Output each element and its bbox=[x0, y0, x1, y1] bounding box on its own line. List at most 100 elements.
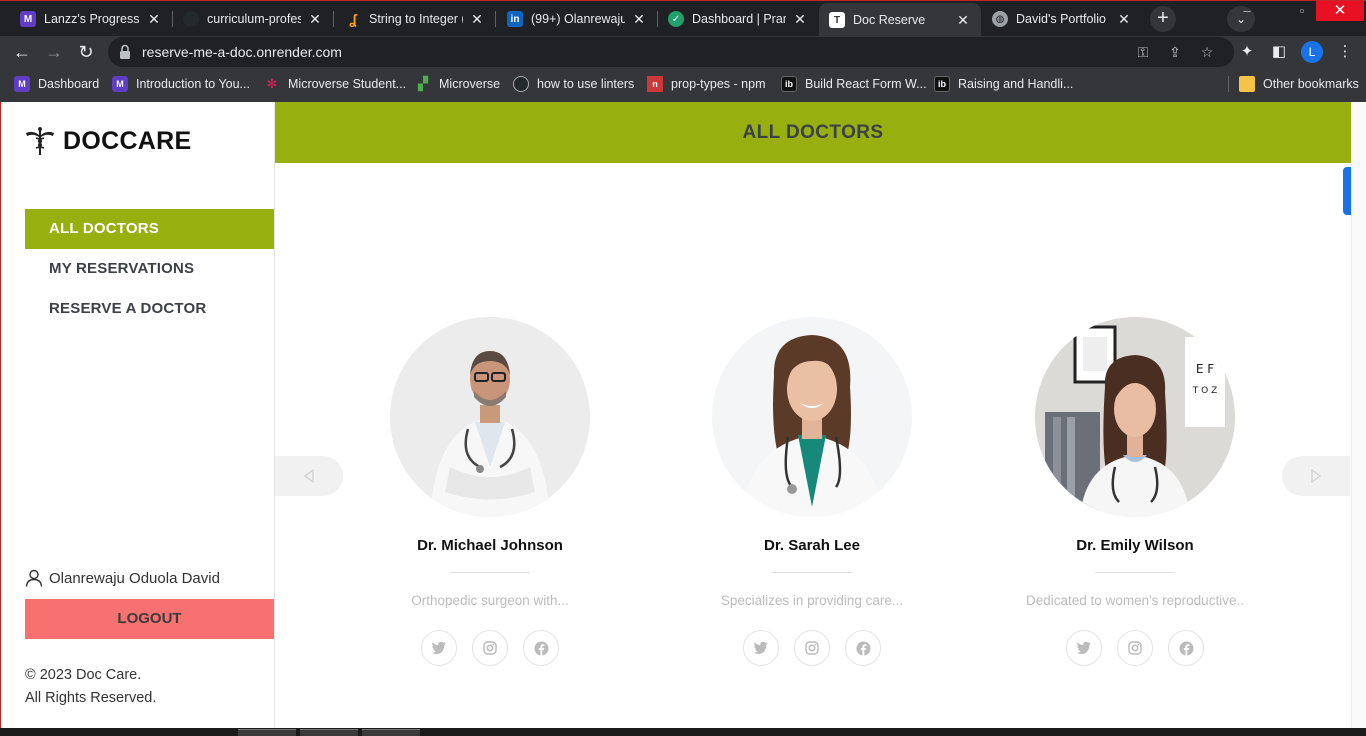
tab-title: Lanzz's Progress bbox=[44, 12, 140, 26]
profile-avatar[interactable]: L bbox=[1301, 41, 1323, 63]
maximize-icon[interactable]: ▫ bbox=[1288, 1, 1316, 23]
doctor-photo-image bbox=[712, 317, 912, 517]
bookmark-prop-types[interactable]: n prop-types - npm bbox=[647, 74, 765, 94]
close-icon[interactable]: ✕ bbox=[792, 11, 808, 28]
close-icon[interactable]: ✕ bbox=[469, 11, 485, 28]
lock-icon bbox=[120, 44, 130, 59]
key-icon[interactable]: ⚿ bbox=[1134, 43, 1152, 61]
doctor-card[interactable]: E F T O Z Dr. Emily Wilson Dedicated to … bbox=[1005, 317, 1265, 666]
other-bookmarks[interactable]: Other bookmarks bbox=[1239, 74, 1359, 94]
instagram-icon[interactable] bbox=[472, 630, 508, 666]
bookmark-label: prop-types - npm bbox=[671, 77, 766, 91]
twitter-icon[interactable] bbox=[743, 630, 779, 666]
close-icon[interactable]: ✕ bbox=[631, 11, 647, 28]
page-title: ALL DOCTORS bbox=[275, 102, 1351, 163]
minimize-icon[interactable]: – bbox=[1232, 1, 1262, 23]
extensions-icon[interactable]: ✦ bbox=[1236, 41, 1258, 63]
facebook-icon[interactable] bbox=[845, 630, 881, 666]
social-links bbox=[1005, 630, 1265, 666]
carousel-next-button[interactable] bbox=[1282, 456, 1350, 496]
tab-linkedin[interactable]: in (99+) Olanrewaju ( ✕ bbox=[497, 3, 657, 35]
bookmark-microverse[interactable]: ▞ Microverse bbox=[415, 74, 500, 94]
window-close-button[interactable]: ✕ bbox=[1316, 1, 1364, 21]
close-icon[interactable]: ✕ bbox=[955, 12, 971, 29]
close-icon[interactable]: ✕ bbox=[307, 11, 323, 28]
doctor-photo[interactable] bbox=[390, 317, 590, 517]
svg-text:E F: E F bbox=[1196, 362, 1214, 376]
social-links bbox=[682, 630, 942, 666]
user-icon bbox=[25, 569, 43, 587]
microverse-icon: M bbox=[14, 76, 30, 92]
globe-icon: ◍ bbox=[992, 11, 1008, 27]
tab-separator bbox=[333, 11, 334, 27]
twitter-icon[interactable] bbox=[421, 630, 457, 666]
bookmark-raising-handling[interactable]: ib Raising and Handli... bbox=[934, 74, 1073, 94]
npm-icon: n bbox=[647, 76, 663, 92]
carousel-prev-button[interactable] bbox=[275, 456, 343, 496]
nav-reserve-a-doctor[interactable]: RESERVE A DOCTOR bbox=[25, 289, 274, 329]
doctor-description: Dedicated to women's reproductive.. bbox=[1026, 593, 1244, 608]
bookmark-divider bbox=[1228, 76, 1229, 92]
bookmark-label: Microverse Student... bbox=[288, 77, 407, 91]
tab-doc-reserve[interactable]: T Doc Reserve ✕ bbox=[819, 3, 981, 37]
tab-curriculum[interactable]: curriculum-profes ✕ bbox=[173, 3, 333, 35]
taskbar-item[interactable] bbox=[238, 729, 296, 736]
page-scrollbar[interactable] bbox=[1351, 102, 1366, 736]
github-icon bbox=[183, 11, 199, 27]
forward-icon[interactable]: → bbox=[42, 40, 66, 64]
github-icon bbox=[513, 76, 529, 92]
reload-icon[interactable]: ↻ bbox=[74, 40, 98, 64]
facebook-icon[interactable] bbox=[1168, 630, 1204, 666]
rights-text: All Rights Reserved. bbox=[25, 690, 157, 706]
tab-title: (99+) Olanrewaju ( bbox=[531, 12, 625, 26]
taskbar-item[interactable] bbox=[362, 729, 420, 736]
divider bbox=[1095, 572, 1175, 573]
logout-button[interactable]: LOGOUT bbox=[25, 599, 274, 639]
twitter-icon[interactable] bbox=[1066, 630, 1102, 666]
close-icon[interactable]: ✕ bbox=[1116, 11, 1132, 28]
ib-icon: ib bbox=[781, 76, 797, 92]
microverse-icon: M bbox=[20, 11, 36, 27]
pramp-icon: ✓ bbox=[668, 11, 684, 27]
bookmark-label: Dashboard bbox=[38, 77, 100, 91]
bookmark-introduction[interactable]: M Introduction to You... bbox=[112, 74, 250, 94]
doctor-card[interactable]: Dr. Sarah Lee Specializes in providing c… bbox=[682, 317, 942, 666]
facebook-icon[interactable] bbox=[523, 630, 559, 666]
taskbar-item[interactable] bbox=[300, 729, 358, 736]
nav-all-doctors[interactable]: ALL DOCTORS bbox=[25, 209, 274, 249]
brand-logo[interactable]: DOCCARE bbox=[25, 126, 192, 156]
star-icon[interactable]: ☆ bbox=[1198, 43, 1216, 61]
bookmark-build-react-form[interactable]: ib Build React Form W... bbox=[781, 74, 927, 94]
tab-pramp[interactable]: ✓ Dashboard | Pramp ✕ bbox=[658, 3, 818, 35]
bookmark-microverse-student[interactable]: ✻ Microverse Student... bbox=[264, 74, 407, 94]
tab-portfolio[interactable]: ◍ David's Portfolio ✕ bbox=[982, 3, 1142, 35]
new-tab-button[interactable]: + bbox=[1150, 6, 1176, 32]
instagram-icon[interactable] bbox=[794, 630, 830, 666]
bookmark-linters[interactable]: how to use linters bbox=[513, 74, 634, 94]
doctor-name: Dr. Sarah Lee bbox=[764, 537, 860, 554]
bookmark-dashboard[interactable]: M Dashboard bbox=[14, 74, 99, 94]
browser-toolbar: ← → ↻ reserve-me-a-doc.onrender.com ⚿ ⇪ … bbox=[0, 36, 1366, 68]
sidebar-nav: ALL DOCTORS MY RESERVATIONS RESERVE A DO… bbox=[25, 209, 274, 329]
tab-lanzz-progress[interactable]: M Lanzz's Progress ✕ bbox=[10, 3, 172, 35]
nav-my-reservations[interactable]: MY RESERVATIONS bbox=[25, 249, 274, 289]
close-icon[interactable]: ✕ bbox=[146, 11, 162, 28]
chevron-right-icon bbox=[1311, 469, 1322, 483]
social-links bbox=[360, 630, 620, 666]
bookmarks-bar: M Dashboard M Introduction to You... ✻ M… bbox=[0, 70, 1366, 98]
tab-title: curriculum-profes bbox=[207, 12, 301, 26]
instagram-icon[interactable] bbox=[1117, 630, 1153, 666]
doctor-photo[interactable]: E F T O Z bbox=[1035, 317, 1235, 517]
doctor-card[interactable]: Dr. Michael Johnson Orthopedic surgeon w… bbox=[360, 317, 620, 666]
sidebar: DOCCARE ALL DOCTORS MY RESERVATIONS RESE… bbox=[1, 102, 275, 736]
scroll-indicator[interactable] bbox=[1343, 167, 1351, 215]
tab-title: David's Portfolio bbox=[1016, 12, 1106, 26]
address-bar[interactable]: reserve-me-a-doc.onrender.com ⚿ ⇪ ☆ bbox=[108, 37, 1234, 67]
side-panel-icon[interactable]: ◧ bbox=[1268, 41, 1290, 63]
bookmark-label: Build React Form W... bbox=[805, 77, 927, 91]
back-icon[interactable]: ← bbox=[10, 40, 34, 64]
doctor-photo[interactable] bbox=[712, 317, 912, 517]
share-icon[interactable]: ⇪ bbox=[1166, 43, 1184, 61]
menu-icon[interactable]: ⋮ bbox=[1334, 41, 1356, 63]
tab-string-to-integer[interactable]: ʆ String to Integer (a ✕ bbox=[335, 3, 495, 35]
